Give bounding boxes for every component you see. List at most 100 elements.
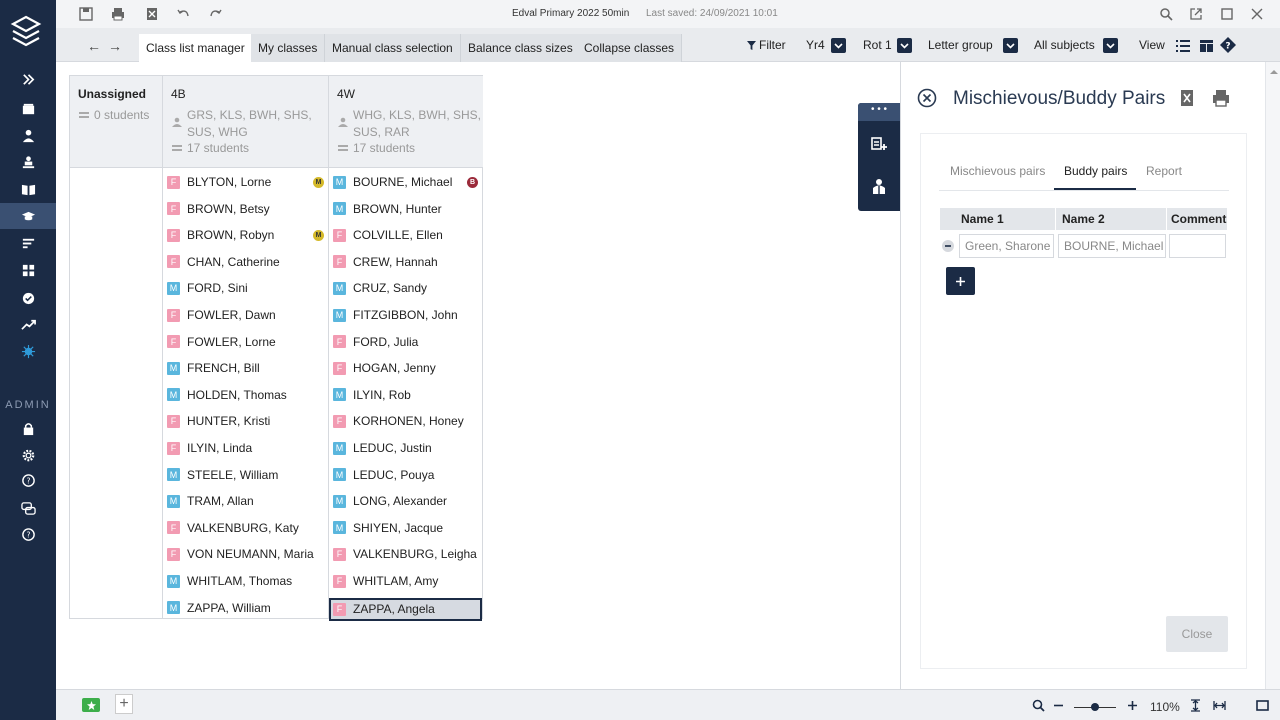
tab-buddy-pairs[interactable]: Buddy pairs [1064, 164, 1127, 178]
student-row[interactable]: F ILYIN, Linda [167, 438, 252, 458]
student-row[interactable]: F VON NEUMANN, Maria [167, 544, 314, 564]
fit-height-icon[interactable] [1189, 699, 1202, 712]
sidebar-inbox-icon[interactable] [0, 96, 56, 122]
student-row[interactable]: F HUNTER, Kristi [167, 411, 270, 431]
student-row[interactable]: F BROWN, Betsy [167, 199, 270, 219]
student-row[interactable]: F WHITLAM, Amy [333, 571, 438, 591]
column-4b[interactable]: 4B GRS, KLS, BWH, SHS, SUS, WHG 17 stude… [163, 76, 329, 618]
student-row[interactable]: F KORHONEN, Honey [333, 411, 464, 431]
zoom-in-icon[interactable] [1126, 699, 1139, 712]
name-2-field[interactable]: BOURNE, Michael [1058, 234, 1166, 258]
student-row[interactable]: M HOLDEN, Thomas [167, 385, 287, 405]
subjects-dropdown-chevron-icon[interactable] [1103, 38, 1118, 53]
student-row[interactable]: M BROWN, Hunter [333, 199, 442, 219]
table-view-icon[interactable] [1200, 40, 1213, 52]
tab-collapse-classes[interactable]: Collapse classes [577, 34, 683, 62]
sidebar-help-bubble-icon[interactable]: ? [0, 468, 56, 494]
print-icon[interactable] [110, 6, 126, 22]
student-row[interactable]: F HOGAN, Jenny [333, 358, 436, 378]
close-window-icon[interactable] [1249, 6, 1265, 22]
rotation-dropdown-chevron-icon[interactable] [897, 38, 912, 53]
mischievous-flag-icon[interactable]: M [313, 177, 324, 188]
buddy-flag-icon[interactable]: B [467, 177, 478, 188]
sidebar-lock-icon[interactable] [0, 415, 56, 441]
save-icon[interactable] [78, 6, 94, 22]
search-icon[interactable] [1158, 6, 1174, 22]
student-row[interactable]: M SHIYEN, Jacque [333, 518, 443, 538]
edval-logo-icon[interactable] [10, 14, 42, 52]
zoom-search-icon[interactable] [1032, 699, 1045, 712]
close-button[interactable]: Close [1166, 616, 1228, 652]
tab-manual-class-selection[interactable]: Manual class selection [325, 34, 461, 62]
student-row[interactable]: F VALKENBURG, Leigha [333, 544, 477, 564]
sidebar-bug-icon[interactable] [0, 338, 56, 364]
student-row[interactable]: M STEELE, William [167, 465, 278, 485]
student-row[interactable]: M LONG, Alexander [333, 491, 447, 511]
help-icon[interactable]: ? [1220, 37, 1236, 53]
column-unassigned[interactable]: Unassigned 0 students [70, 76, 163, 618]
zoom-out-icon[interactable] [1052, 699, 1065, 712]
student-row[interactable]: M ILYIN, Rob [333, 385, 411, 405]
sidebar-trend-icon[interactable] [0, 311, 56, 337]
student-row[interactable]: F VALKENBURG, Katy [167, 518, 299, 538]
list-view-icon[interactable] [1176, 40, 1190, 52]
tab-class-list-manager[interactable]: Class list manager [139, 34, 253, 62]
student-row[interactable]: M WHITLAM, Thomas [167, 571, 292, 591]
undo-icon[interactable] [176, 6, 192, 22]
student-row[interactable]: F FOWLER, Dawn [167, 305, 276, 325]
sidebar-list-icon[interactable] [0, 230, 56, 256]
sheet-tab[interactable] [82, 698, 100, 712]
student-row[interactable]: M FRENCH, Bill [167, 358, 260, 378]
remove-pair-icon[interactable] [942, 240, 954, 252]
column-4w[interactable]: 4W WHG, KLS, BWH, SHS, SUS, RAR 17 stude… [329, 76, 483, 621]
student-row[interactable]: F FORD, Julia [333, 332, 418, 352]
add-to-list-icon[interactable] [870, 135, 888, 153]
student-row[interactable]: M LEDUC, Justin [333, 438, 432, 458]
expand-sidebar-icon[interactable] [0, 66, 56, 92]
student-row[interactable]: M FITZGIBBON, John [333, 305, 458, 325]
student-row[interactable]: M CRUZ, Sandy [333, 278, 427, 298]
fit-width-icon[interactable] [1213, 699, 1226, 712]
letter-group-select[interactable]: Letter group [928, 34, 993, 56]
fullscreen-icon[interactable] [1256, 699, 1269, 712]
year-dropdown-chevron-icon[interactable] [831, 38, 846, 53]
student-row[interactable]: F CHAN, Catherine [167, 252, 280, 272]
student-row[interactable]: F CREW, Hannah [333, 252, 438, 272]
student-row[interactable]: F BLYTON, Lorne [167, 172, 271, 192]
sidebar-gear-icon[interactable] [0, 442, 56, 468]
redo-icon[interactable] [207, 6, 223, 22]
tab-balance-class-sizes[interactable]: Balance class sizes [461, 34, 581, 62]
tab-my-classes[interactable]: My classes [251, 34, 326, 62]
export-excel-icon[interactable] [144, 6, 160, 22]
maximize-icon[interactable] [1219, 6, 1235, 22]
filter-button[interactable]: Filter [747, 34, 786, 56]
subjects-select[interactable]: All subjects [1034, 34, 1095, 56]
drag-handle[interactable]: • • • [858, 103, 900, 121]
mischievous-flag-icon[interactable]: M [313, 230, 324, 242]
back-arrow-icon[interactable]: ← [87, 38, 101, 54]
comment-field[interactable] [1169, 234, 1226, 258]
student-row[interactable]: M ZAPPA, William [167, 598, 271, 618]
tab-report[interactable]: Report [1146, 164, 1182, 178]
student-row[interactable]: F ZAPPA, Angela [329, 597, 482, 621]
sidebar-graduation-icon[interactable] [0, 203, 56, 229]
student-row[interactable]: M TRAM, Allan [167, 491, 254, 511]
name-1-field[interactable]: Green, Sharone [959, 234, 1054, 258]
student-row[interactable]: F BROWN, Robyn [167, 225, 274, 245]
tab-mischievous-pairs[interactable]: Mischievous pairs [950, 164, 1045, 178]
rotation-select[interactable]: Rot 1 [863, 34, 892, 56]
zoom-slider-handle[interactable] [1091, 703, 1099, 711]
sidebar-support-icon[interactable]: ? [0, 522, 56, 548]
print-icon[interactable] [1212, 89, 1230, 107]
buddy-pairs-icon[interactable] [870, 177, 888, 195]
vertical-scrollbar[interactable] [1265, 62, 1280, 689]
sidebar-chat-icon[interactable] [0, 495, 56, 521]
year-select[interactable]: Yr4 [806, 34, 825, 56]
add-sheet-button[interactable]: + [115, 694, 133, 714]
add-pair-button[interactable] [946, 267, 975, 295]
sidebar-person-icon[interactable] [0, 122, 56, 148]
student-row[interactable]: M FORD, Sini [167, 278, 248, 298]
sidebar-book-icon[interactable] [0, 176, 56, 202]
sidebar-teacher-icon[interactable] [0, 149, 56, 175]
forward-arrow-icon[interactable]: → [108, 38, 122, 54]
